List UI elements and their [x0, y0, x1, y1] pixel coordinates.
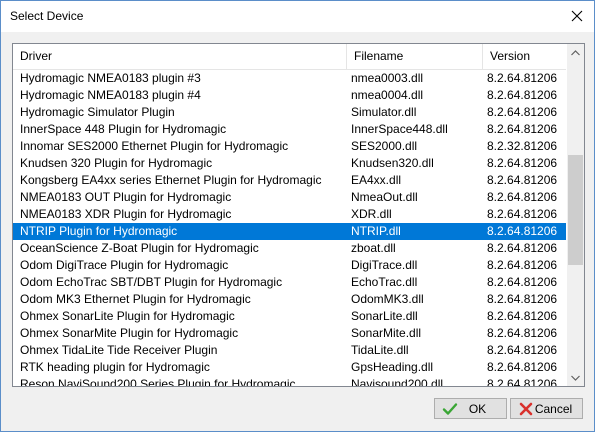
version-cell: 8.2.64.81206: [487, 105, 558, 119]
column-header-filename[interactable]: Filename: [347, 44, 483, 69]
scroll-thumb[interactable]: [568, 155, 583, 265]
table-row[interactable]: Knudsen 320 Plugin for Hydromagic Knudsen…: [13, 155, 566, 172]
table-row[interactable]: Hydromagic Simulator Plugin Simulator.dll…: [13, 104, 566, 121]
filename-cell: Simulator.dll: [351, 105, 417, 119]
filename-cell: SonarLite.dll: [351, 309, 418, 323]
version-cell: 8.2.32.81206: [487, 139, 558, 153]
filename-cell: Knudsen320.dll: [351, 156, 434, 170]
select-device-dialog: Select Device Driver Filename Version Hy…: [0, 0, 595, 432]
close-icon: [571, 10, 583, 22]
version-cell: 8.2.64.81206: [487, 292, 558, 306]
filename-cell: InnerSpace448.dll: [351, 122, 448, 136]
driver-cell: Odom DigiTrace Plugin for Hydromagic: [20, 258, 229, 272]
column-header-version[interactable]: Version: [483, 44, 566, 69]
filename-cell: TidaLite.dll: [351, 343, 409, 357]
ok-button[interactable]: OK: [434, 398, 507, 419]
driver-cell: NTRIP Plugin for Hydromagic: [20, 224, 178, 238]
table-row[interactable]: Hydromagic NMEA0183 plugin #3 nmea0003.dl…: [13, 70, 566, 87]
version-cell: 8.2.64.81206: [487, 173, 558, 187]
title-bar: Select Device: [1, 1, 594, 32]
version-cell: 8.2.64.81206: [487, 190, 558, 204]
table-row[interactable]: RTK heading plugin for Hydromagic GpsHead…: [13, 359, 566, 376]
driver-cell: Odom EchoTrac SBT/DBT Plugin for Hydroma…: [20, 275, 283, 289]
cancel-button-label: Cancel: [534, 402, 573, 416]
version-cell: 8.2.64.81206: [487, 326, 558, 340]
filename-cell: nmea0003.dll: [351, 71, 424, 85]
version-cell: 8.2.64.81206: [487, 377, 558, 386]
filename-cell: XDR.dll: [351, 207, 392, 221]
driver-cell: Hydromagic NMEA0183 plugin #3: [20, 71, 201, 85]
filename-cell: DigiTrace.dll: [351, 258, 418, 272]
table-row[interactable]: Ohmex SonarLite Plugin for Hydromagic Son…: [13, 308, 566, 325]
filename-cell: NTRIP.dll: [351, 224, 401, 238]
table-row[interactable]: Reson NaviSound200 Series Plugin for Hyd…: [13, 376, 566, 386]
table-row[interactable]: Odom MK3 Ethernet Plugin for Hydromagic O…: [13, 291, 566, 308]
driver-cell: Ohmex SonarLite Plugin for Hydromagic: [20, 309, 235, 323]
ok-button-label: OK: [468, 402, 487, 416]
driver-cell: RTK heading plugin for Hydromagic: [20, 360, 210, 374]
version-cell: 8.2.64.81206: [487, 309, 558, 323]
driver-cell: Knudsen 320 Plugin for Hydromagic: [20, 156, 213, 170]
driver-cell: Reson NaviSound200 Series Plugin for Hyd…: [20, 377, 296, 386]
driver-cell: Kongsberg EA4xx series Ethernet Plugin f…: [20, 173, 322, 187]
list-rows: Hydromagic NMEA0183 plugin #3 nmea0003.dl…: [13, 70, 566, 386]
driver-cell: Hydromagic Simulator Plugin: [20, 105, 175, 119]
version-cell: 8.2.64.81206: [487, 360, 558, 374]
version-cell: 8.2.64.81206: [487, 241, 558, 255]
driver-cell: NMEA0183 XDR Plugin for Hydromagic: [20, 207, 232, 221]
version-cell: 8.2.64.81206: [487, 71, 558, 85]
filename-cell: SonarMite.dll: [351, 326, 422, 340]
table-row[interactable]: Odom EchoTrac SBT/DBT Plugin for Hydroma…: [13, 274, 566, 291]
filename-cell: Navisound200.dll: [351, 377, 444, 386]
version-cell: 8.2.64.81206: [487, 122, 558, 136]
table-row[interactable]: Ohmex TidaLite Tide Receiver Plugin TidaL…: [13, 342, 566, 359]
window-title: Select Device: [10, 9, 84, 23]
driver-cell: InnerSpace 448 Plugin for Hydromagic: [20, 122, 227, 136]
column-header-driver[interactable]: Driver: [13, 44, 347, 69]
driver-cell: Ohmex SonarMite Plugin for Hydromagic: [20, 326, 239, 340]
list-header: Driver Filename Version: [13, 44, 566, 70]
version-cell: 8.2.64.81206: [487, 207, 558, 221]
table-row[interactable]: OceanScience Z-Boat Plugin for Hydromagi…: [13, 240, 566, 257]
cancel-button[interactable]: Cancel: [510, 398, 583, 419]
filename-cell: OdomMK3.dll: [351, 292, 424, 306]
driver-cell: Innomar SES2000 Ethernet Plugin for Hydr…: [20, 139, 289, 153]
filename-cell: NmeaOut.dll: [351, 190, 418, 204]
vertical-scrollbar[interactable]: [567, 44, 584, 386]
table-row[interactable]: NMEA0183 XDR Plugin for Hydromagic XDR.dl…: [13, 206, 566, 223]
filename-cell: zboat.dll: [351, 241, 396, 255]
version-cell: 8.2.64.81206: [487, 224, 558, 238]
filename-cell: SES2000.dll: [351, 139, 418, 153]
scroll-down-button[interactable]: [567, 369, 584, 386]
filename-cell: EA4xx.dll: [351, 173, 402, 187]
scroll-up-button[interactable]: [567, 44, 584, 61]
chevron-down-icon: [571, 375, 580, 381]
table-row[interactable]: NTRIP Plugin for Hydromagic NTRIP.dll 8.2.…: [13, 223, 566, 240]
table-row[interactable]: Odom DigiTrace Plugin for Hydromagic Digi…: [13, 257, 566, 274]
table-row[interactable]: InnerSpace 448 Plugin for Hydromagic Inne…: [13, 121, 566, 138]
driver-cell: Ohmex TidaLite Tide Receiver Plugin: [20, 343, 218, 357]
table-row[interactable]: Innomar SES2000 Ethernet Plugin for Hydr…: [13, 138, 566, 155]
driver-cell: Odom MK3 Ethernet Plugin for Hydromagic: [20, 292, 251, 306]
filename-cell: GpsHeading.dll: [351, 360, 434, 374]
table-row[interactable]: Hydromagic NMEA0183 plugin #4 nmea0004.dl…: [13, 87, 566, 104]
version-cell: 8.2.64.81206: [487, 156, 558, 170]
version-cell: 8.2.64.81206: [487, 275, 558, 289]
version-cell: 8.2.64.81206: [487, 343, 558, 357]
driver-cell: Hydromagic NMEA0183 plugin #4: [20, 88, 201, 102]
driver-cell: NMEA0183 OUT Plugin for Hydromagic: [20, 190, 232, 204]
version-cell: 8.2.64.81206: [487, 88, 558, 102]
version-cell: 8.2.64.81206: [487, 258, 558, 272]
driver-cell: OceanScience Z-Boat Plugin for Hydromagi…: [20, 241, 259, 255]
table-row[interactable]: Kongsberg EA4xx series Ethernet Plugin f…: [13, 172, 566, 189]
filename-cell: nmea0004.dll: [351, 88, 424, 102]
filename-cell: EchoTrac.dll: [351, 275, 418, 289]
close-button[interactable]: [560, 1, 594, 31]
table-row[interactable]: NMEA0183 OUT Plugin for Hydromagic NmeaOu…: [13, 189, 566, 206]
table-row[interactable]: Ohmex SonarMite Plugin for Hydromagic Son…: [13, 325, 566, 342]
device-list[interactable]: Driver Filename Version Hydromagic NMEA0…: [12, 43, 585, 387]
chevron-up-icon: [571, 49, 580, 55]
